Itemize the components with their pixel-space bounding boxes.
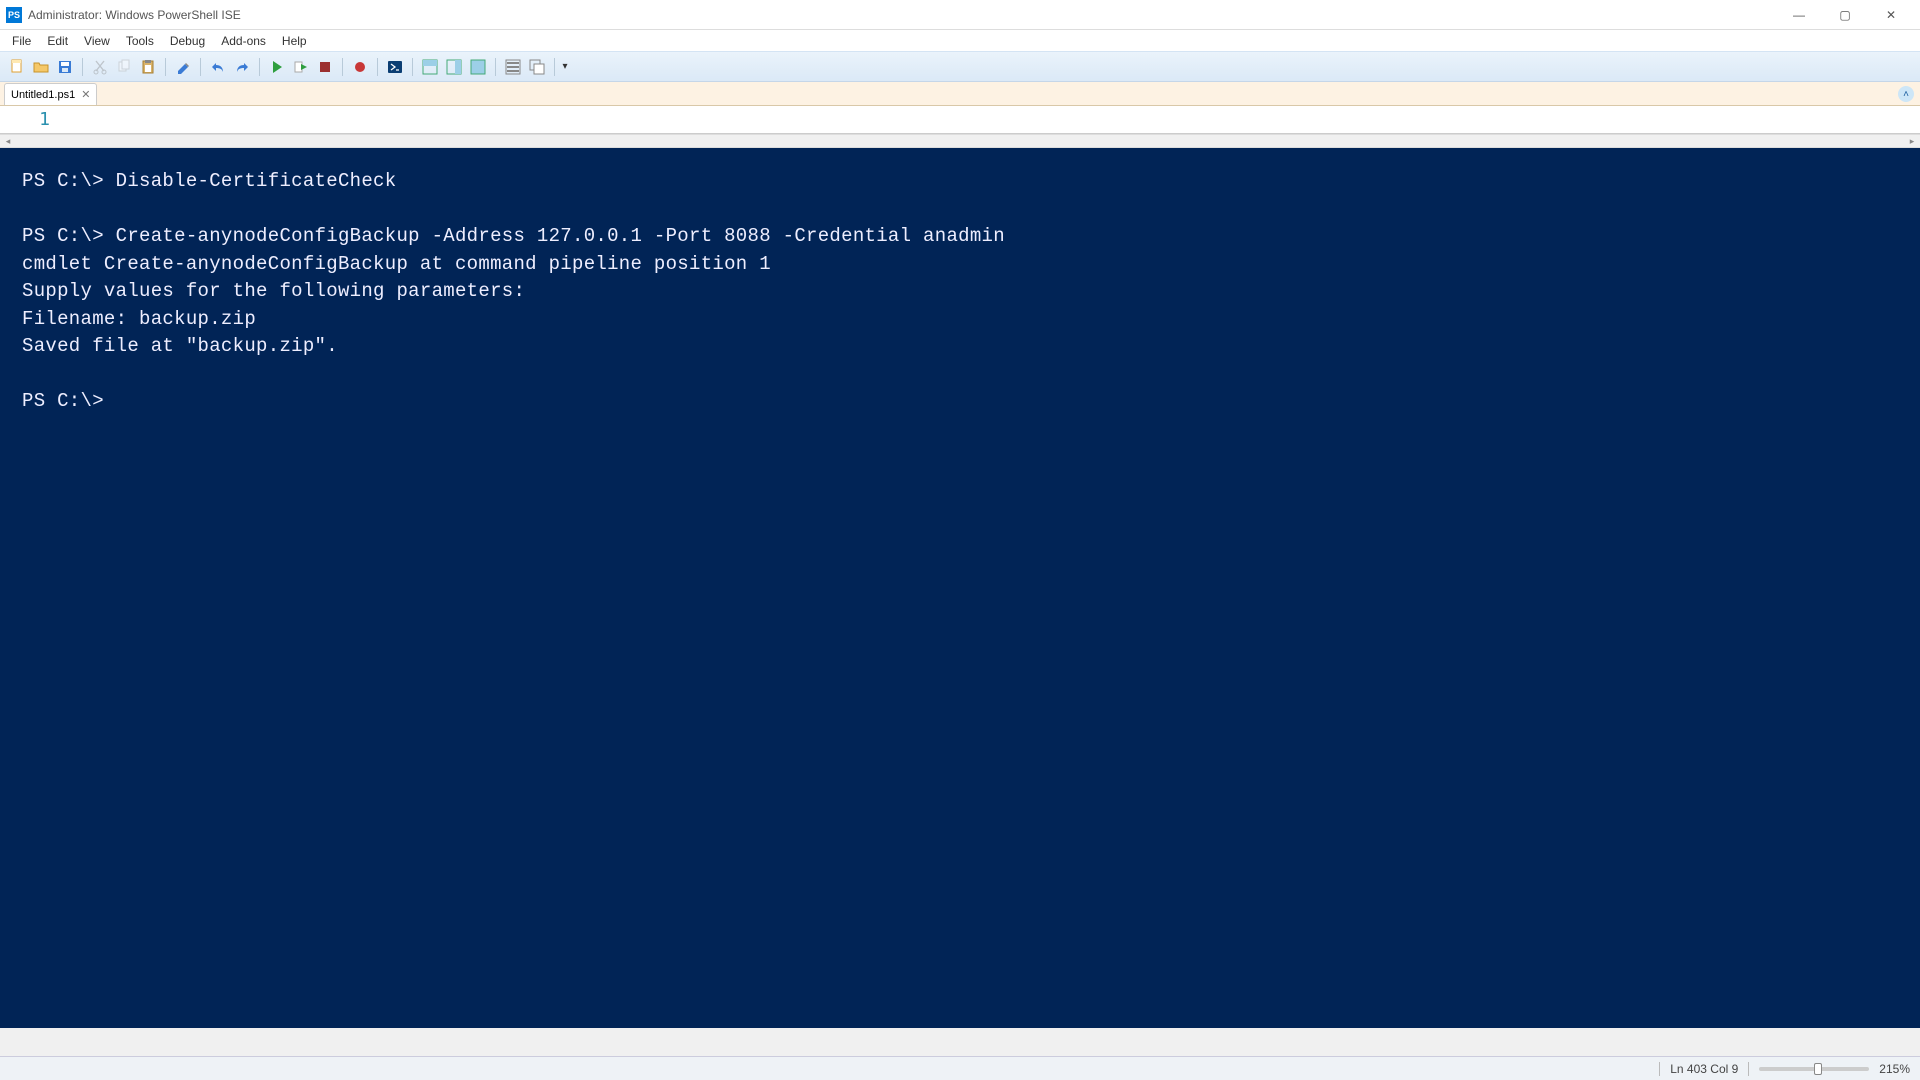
breakpoint-icon[interactable]: [349, 56, 371, 78]
statusbar: Ln 403 Col 9 215%: [0, 1056, 1920, 1080]
clear-icon[interactable]: [172, 56, 194, 78]
save-icon[interactable]: [54, 56, 76, 78]
minimize-button[interactable]: —: [1776, 0, 1822, 30]
show-commands-icon[interactable]: [502, 56, 524, 78]
zoom-knob[interactable]: [1814, 1063, 1822, 1075]
maximize-button[interactable]: ▢: [1822, 0, 1868, 30]
paste-icon[interactable]: [137, 56, 159, 78]
menu-edit[interactable]: Edit: [39, 32, 76, 50]
titlebar: PS Administrator: Windows PowerShell ISE…: [0, 0, 1920, 30]
zoom-slider[interactable]: [1759, 1067, 1869, 1071]
line-number: 1: [0, 106, 60, 133]
undo-icon[interactable]: [207, 56, 229, 78]
show-script-top-icon[interactable]: [419, 56, 441, 78]
show-script-max-icon[interactable]: [467, 56, 489, 78]
cursor-position: Ln 403 Col 9: [1670, 1062, 1738, 1076]
redo-icon[interactable]: [231, 56, 253, 78]
show-command-window-icon[interactable]: [526, 56, 548, 78]
toolbar: ▾: [0, 52, 1920, 82]
show-script-right-icon[interactable]: [443, 56, 465, 78]
cut-icon[interactable]: [89, 56, 111, 78]
editor-horizontal-scrollbar[interactable]: ◂ ▸: [0, 134, 1920, 148]
menu-debug[interactable]: Debug: [162, 32, 213, 50]
tab-strip: Untitled1.ps1 ✕ ˄: [0, 82, 1920, 106]
tab-close-icon[interactable]: ✕: [81, 88, 90, 101]
scroll-left-icon[interactable]: ◂: [0, 135, 16, 147]
tab-label: Untitled1.ps1: [11, 89, 75, 101]
app-icon: PS: [6, 7, 22, 23]
menu-addons[interactable]: Add-ons: [213, 32, 274, 50]
tab-untitled1[interactable]: Untitled1.ps1 ✕: [4, 83, 97, 105]
menu-help[interactable]: Help: [274, 32, 315, 50]
new-file-icon[interactable]: [6, 56, 28, 78]
powershell-icon[interactable]: [384, 56, 406, 78]
zoom-level: 215%: [1879, 1062, 1910, 1076]
close-button[interactable]: ✕: [1868, 0, 1914, 30]
run-selection-icon[interactable]: [290, 56, 312, 78]
editor-content[interactable]: [60, 106, 1920, 133]
open-file-icon[interactable]: [30, 56, 52, 78]
copy-icon[interactable]: [113, 56, 135, 78]
menu-view[interactable]: View: [76, 32, 118, 50]
script-editor[interactable]: 1: [0, 106, 1920, 134]
scroll-right-icon[interactable]: ▸: [1904, 135, 1920, 147]
console-pane[interactable]: PS C:\> Disable-CertificateCheck PS C:\>…: [0, 148, 1920, 1028]
options-icon[interactable]: ▾: [561, 56, 569, 78]
menu-file[interactable]: File: [4, 32, 39, 50]
collapse-script-pane-icon[interactable]: ˄: [1898, 86, 1914, 102]
run-icon[interactable]: [266, 56, 288, 78]
window-title: Administrator: Windows PowerShell ISE: [28, 8, 241, 22]
stop-icon[interactable]: [314, 56, 336, 78]
menubar: File Edit View Tools Debug Add-ons Help: [0, 30, 1920, 52]
menu-tools[interactable]: Tools: [118, 32, 162, 50]
